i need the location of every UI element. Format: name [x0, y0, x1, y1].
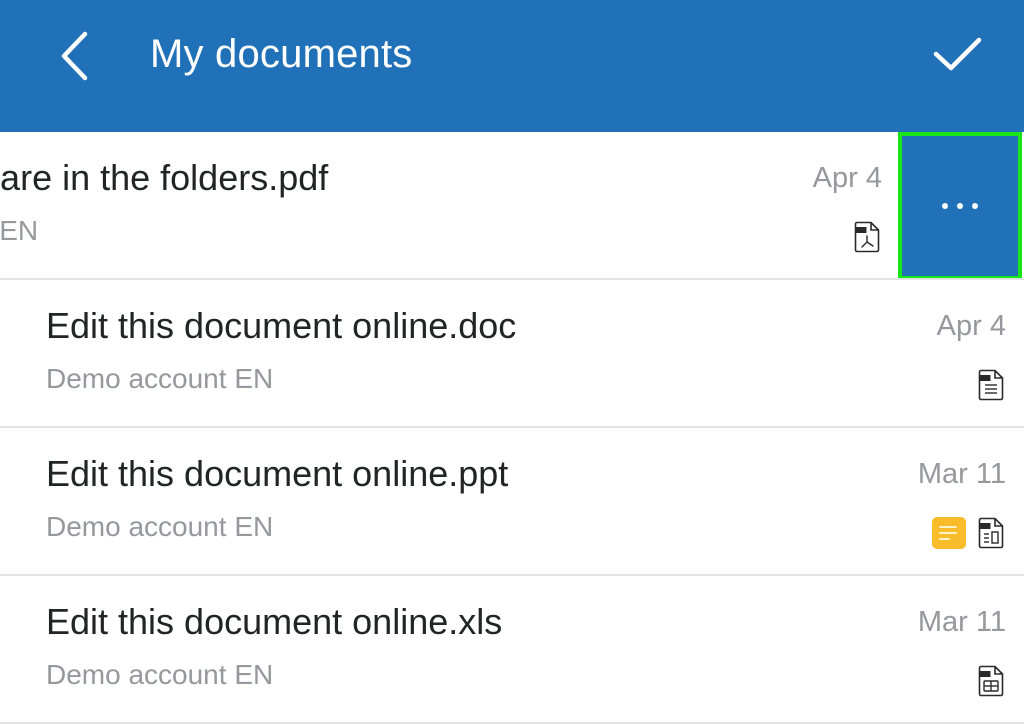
- document-date: Apr 4: [812, 162, 882, 194]
- document-row[interactable]: Edit this document online.xls Demo accou…: [0, 576, 1024, 724]
- document-list: uments are in the folders.pdf o account …: [0, 132, 1024, 724]
- document-row-content[interactable]: uments are in the folders.pdf o account …: [0, 132, 900, 278]
- document-title: Edit this document online.ppt: [46, 453, 509, 494]
- document-subtitle: Demo account EN: [46, 363, 274, 394]
- back-button[interactable]: [52, 26, 102, 86]
- document-subtitle: Demo account EN: [46, 511, 274, 542]
- document-row[interactable]: uments are in the folders.pdf o account …: [0, 132, 1024, 280]
- app-header: My documents: [0, 0, 1024, 132]
- document-date: Apr 4: [936, 310, 1006, 342]
- confirm-button[interactable]: [928, 30, 988, 80]
- document-icons: [978, 368, 1004, 402]
- ppt-file-icon: [978, 517, 1004, 549]
- document-icons: [978, 664, 1004, 698]
- pdf-file-icon: [854, 221, 880, 253]
- document-row-content[interactable]: Edit this document online.xls Demo accou…: [0, 576, 1024, 722]
- note-icon: [932, 517, 966, 549]
- document-icons: [854, 220, 880, 254]
- document-row[interactable]: Edit this document online.doc Demo accou…: [0, 280, 1024, 428]
- more-actions-button[interactable]: [898, 132, 1022, 278]
- xls-file-icon: [978, 665, 1004, 697]
- document-subtitle: Demo account EN: [46, 659, 274, 690]
- document-row[interactable]: Edit this document online.ppt Demo accou…: [0, 428, 1024, 576]
- document-title: Edit this document online.xls: [46, 601, 503, 642]
- document-date: Mar 11: [917, 458, 1006, 490]
- page-title: My documents: [150, 32, 413, 76]
- document-row-content[interactable]: Edit this document online.ppt Demo accou…: [0, 428, 1024, 574]
- checkmark-icon: [933, 37, 982, 71]
- document-row-content[interactable]: Edit this document online.doc Demo accou…: [0, 280, 1024, 426]
- document-subtitle: o account EN: [0, 215, 39, 246]
- doc-file-icon: [978, 369, 1004, 401]
- document-icons: [932, 516, 1004, 550]
- document-date: Mar 11: [917, 606, 1006, 638]
- more-horizontal-icon: [942, 203, 978, 209]
- chevron-left-icon: [61, 31, 88, 81]
- document-title: uments are in the folders.pdf: [0, 157, 329, 198]
- document-title: Edit this document online.doc: [46, 305, 517, 346]
